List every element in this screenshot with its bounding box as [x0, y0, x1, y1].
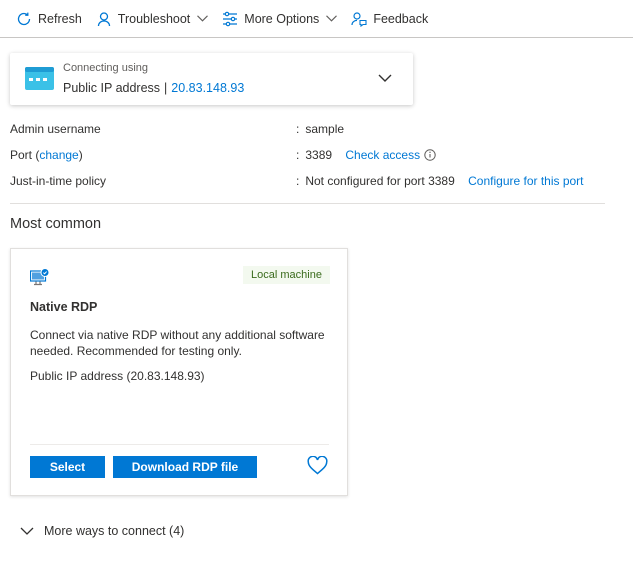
change-port-link[interactable]: change — [39, 148, 78, 162]
admin-username-row: Admin username : sample — [10, 122, 610, 148]
troubleshoot-label: Troubleshoot — [117, 11, 191, 26]
more-options-menu[interactable]: More Options — [222, 11, 338, 27]
connecting-using-label: Connecting using — [63, 62, 149, 74]
chevron-down-icon — [20, 527, 34, 535]
favorite-heart-icon[interactable] — [307, 456, 328, 475]
port-label-suffix: ) — [78, 148, 83, 162]
connection-properties: Admin username : sample Port (change) :33… — [10, 122, 610, 200]
colon: : — [296, 174, 300, 188]
more-options-label: More Options — [244, 11, 320, 26]
download-rdp-file-button[interactable]: Download RDP file — [113, 456, 257, 478]
chevron-down-icon[interactable] — [378, 74, 392, 83]
refresh-icon — [17, 12, 31, 25]
admin-username-value-wrap: : sample — [296, 122, 344, 136]
local-machine-badge: Local machine — [243, 266, 330, 284]
jit-policy-label: Just-in-time policy — [10, 174, 107, 188]
troubleshoot-menu[interactable]: Troubleshoot — [96, 11, 209, 27]
port-label-text: Port ( — [10, 148, 40, 162]
port-label: Port (change) — [10, 148, 83, 162]
refresh-label: Refresh — [38, 11, 82, 26]
rdp-card-ip: Public IP address (20.83.148.93) — [30, 369, 205, 383]
rdp-card-title: Native RDP — [30, 300, 98, 314]
native-rdp-card: Local machine Native RDP Connect via nat… — [10, 248, 348, 496]
rdp-card-description: Connect via native RDP without any addit… — [30, 328, 325, 358]
more-ways-to-connect-toggle[interactable]: More ways to connect (4) — [20, 524, 184, 538]
select-button[interactable]: Select — [30, 456, 105, 478]
rdp-card-divider — [30, 444, 329, 445]
jit-policy-value-wrap: : Not configured for port 3389 Configure … — [296, 174, 584, 188]
connection-ip: 20.83.148.93 — [171, 81, 245, 95]
public-ip-icon — [25, 67, 54, 90]
check-access-link[interactable]: Check access — [345, 148, 420, 162]
info-icon[interactable] — [424, 149, 436, 161]
section-divider — [10, 203, 605, 204]
port-value: 3389 — [305, 148, 333, 162]
colon: : — [296, 148, 300, 162]
feedback-button[interactable]: Feedback — [351, 11, 428, 27]
port-value-wrap: :3389 Check access — [296, 148, 436, 162]
jit-policy-value: Not configured for port 3389 — [305, 174, 455, 188]
more-ways-label: More ways to connect (4) — [44, 524, 185, 538]
chevron-down-icon — [197, 15, 209, 22]
troubleshoot-icon — [97, 11, 110, 26]
configure-port-link[interactable]: Configure for this port — [468, 174, 583, 188]
connection-selector[interactable]: Connecting using Public IP address | 20.83… — [10, 53, 413, 105]
jit-policy-row: Just-in-time policy : Not configured for … — [10, 174, 610, 200]
chevron-down-icon — [326, 15, 338, 22]
settings-sliders-icon — [223, 11, 238, 26]
rdp-monitor-icon — [30, 268, 50, 286]
command-toolbar: Refresh Troubleshoot More Options Feedba… — [0, 0, 633, 38]
port-row: Port (change) :3389 Check access — [10, 148, 610, 174]
admin-username-label: Admin username — [10, 122, 101, 136]
admin-username-value: sample — [305, 122, 345, 136]
feedback-label: Feedback — [373, 11, 429, 26]
colon: : — [296, 122, 300, 136]
refresh-button[interactable]: Refresh — [16, 11, 82, 27]
connection-separator: | — [164, 81, 168, 95]
feedback-icon — [351, 11, 367, 27]
connection-value: Public IP address | 20.83.148.93 — [63, 81, 244, 95]
section-title: Most common — [10, 216, 102, 232]
connection-type: Public IP address — [63, 81, 161, 95]
